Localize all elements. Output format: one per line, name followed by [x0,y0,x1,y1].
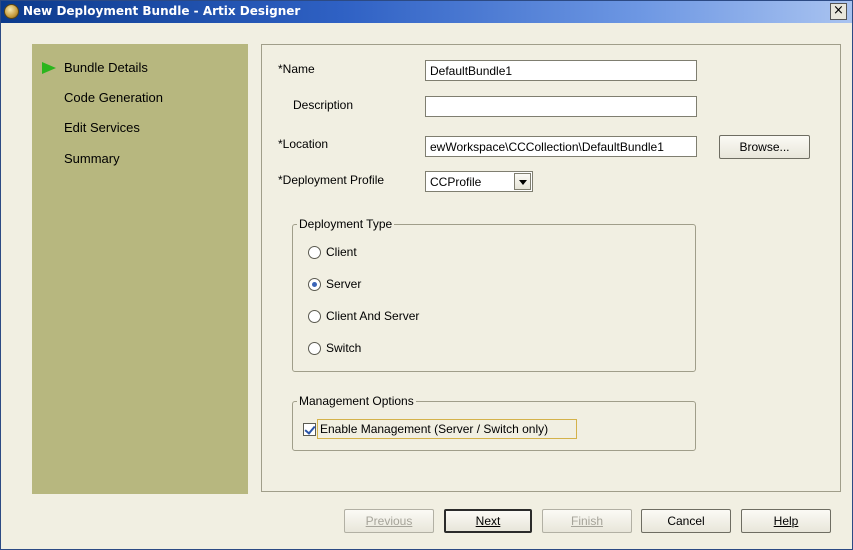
browse-button[interactable]: Browse... [719,135,810,159]
radio-switch[interactable] [308,342,321,355]
radio-switch-label[interactable]: Switch [326,341,361,355]
radio-client-and-server[interactable] [308,310,321,323]
cancel-button-label: Cancel [667,514,705,528]
finish-button-label: Finish [570,514,603,528]
previous-button[interactable]: Previous [344,509,434,533]
radio-server[interactable] [308,278,321,291]
browse-button-label: Browse... [739,140,790,154]
wizard-steps-panel: Bundle Details Code Generation Edit Serv… [32,44,248,494]
name-input[interactable]: DefaultBundle1 [425,60,697,81]
current-step-arrow-icon [42,62,56,74]
app-icon [4,4,19,19]
name-label: *Name [278,62,315,76]
enable-management-label[interactable]: Enable Management (Server / Switch only) [320,422,548,436]
step-bundle-details: Bundle Details [64,60,148,75]
radio-client[interactable] [308,246,321,259]
title-bar: New Deployment Bundle - Artix Designer × [1,1,852,23]
help-button[interactable]: Help [741,509,831,533]
help-button-label: Help [773,514,799,528]
close-button[interactable]: × [830,3,847,20]
location-label: *Location [278,137,329,151]
previous-button-label: Previous [365,514,413,528]
step-summary: Summary [64,151,120,166]
location-input[interactable]: ewWorkspace\CCCollection\DefaultBundle1 [425,136,697,157]
deployment-profile-value: CCProfile [430,175,482,189]
deployment-profile-select[interactable]: CCProfile [425,171,533,192]
deployment-type-title: Deployment Type [297,217,395,231]
dialog-window: New Deployment Bundle - Artix Designer ×… [0,0,853,550]
next-button[interactable]: Next [444,509,532,533]
bundle-details-panel: *Name DefaultBundle1 Description *Locati… [261,44,841,492]
finish-button[interactable]: Finish [542,509,632,533]
enable-management-checkbox[interactable] [303,423,316,436]
description-input[interactable] [425,96,697,117]
next-button-label: Next [475,514,501,528]
management-options-title: Management Options [297,394,416,408]
radio-client-label[interactable]: Client [326,245,357,259]
cancel-button[interactable]: Cancel [641,509,731,533]
window-title: New Deployment Bundle - Artix Designer [23,4,301,18]
radio-client-and-server-label[interactable]: Client And Server [326,309,419,323]
radio-server-label[interactable]: Server [326,277,361,291]
chevron-down-icon[interactable] [514,173,531,190]
step-edit-services: Edit Services [64,120,140,135]
description-label: Description [293,98,354,112]
deployment-profile-label: *Deployment Profile [278,173,385,187]
step-code-generation: Code Generation [64,90,164,105]
